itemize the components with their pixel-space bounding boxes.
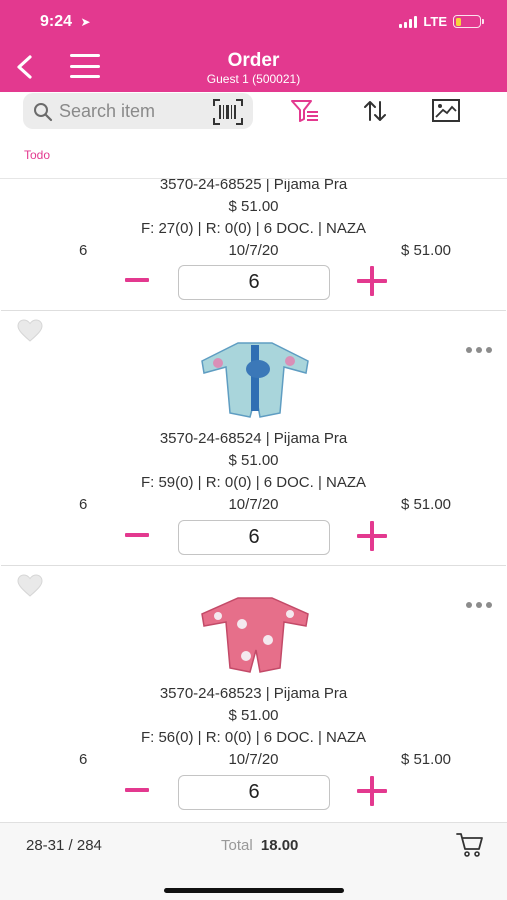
decrease-qty-button[interactable] [125, 278, 149, 282]
barcode-icon[interactable] [213, 99, 243, 125]
more-options-button[interactable] [466, 602, 492, 608]
favorite-heart-icon[interactable] [17, 574, 43, 598]
item-code: 3570-24-68525 | Pijama Pra [159, 178, 348, 193]
total-value: 18.00 [260, 837, 299, 854]
search-box [23, 93, 253, 129]
order-footer: 28-31 / 284 Total 18.00 [0, 822, 507, 900]
page-subtitle: Guest 1 (500021) [206, 72, 301, 86]
qty-input[interactable] [178, 775, 330, 810]
home-indicator[interactable] [164, 888, 344, 893]
item-stock: F: 56(0) | R: 0(0) | 6 DOC. | NAZA [140, 729, 367, 746]
status-time-text: 9:24 [40, 13, 73, 30]
increase-qty-button[interactable] [357, 521, 387, 551]
toolbar [0, 92, 507, 132]
item-total: $ 51.00 [400, 751, 451, 768]
pagination-range: 28-31 / 284 [26, 837, 102, 854]
cart-icon[interactable] [456, 832, 484, 858]
status-indicators: LTE [399, 14, 484, 29]
battery-level [455, 17, 461, 26]
order-item-list: 3570-24-68525 | Pijama Pra $ 51.00 F: 27… [0, 178, 507, 820]
decrease-qty-button[interactable] [125, 788, 149, 792]
battery-icon [453, 15, 484, 28]
sort-icon[interactable] [362, 98, 388, 124]
more-options-button[interactable] [466, 347, 492, 353]
qty-input[interactable] [178, 265, 330, 300]
filter-tag-all[interactable]: Todo [24, 148, 50, 162]
app-header: 9:24 ➤ LTE Order Guest 1 (500021) [0, 0, 507, 92]
item-price: $ 51.00 [228, 452, 279, 469]
item-price: $ 51.00 [228, 707, 279, 724]
list-item[interactable]: 3570-24-68523 | Pijama Pra $ 51.00 F: 56… [1, 566, 506, 820]
signal-icon [399, 15, 418, 28]
total-label: Total [221, 837, 253, 854]
product-image-blue-pajama [201, 342, 309, 418]
list-item[interactable]: 3570-24-68525 | Pijama Pra $ 51.00 F: 27… [1, 179, 506, 311]
order-total: Total 18.00 [221, 837, 298, 854]
increase-qty-button[interactable] [357, 776, 387, 806]
item-price: $ 51.00 [228, 198, 279, 215]
increase-qty-button[interactable] [357, 266, 387, 296]
image-icon[interactable] [432, 98, 460, 124]
item-code: 3570-24-68524 | Pijama Pra [159, 430, 348, 447]
item-stock: F: 27(0) | R: 0(0) | 6 DOC. | NAZA [140, 220, 367, 237]
item-stock: F: 59(0) | R: 0(0) | 6 DOC. | NAZA [140, 474, 367, 491]
item-total: $ 51.00 [400, 496, 451, 513]
search-input[interactable] [59, 93, 199, 129]
item-code: 3570-24-68523 | Pijama Pra [159, 685, 348, 702]
location-arrow-icon: ➤ [80, 15, 91, 29]
product-image-pink-pajama [201, 597, 309, 673]
status-time: 9:24 ➤ [40, 13, 91, 31]
item-total: $ 51.00 [400, 242, 451, 259]
decrease-qty-button[interactable] [125, 533, 149, 537]
page-title: Order [227, 50, 280, 71]
favorite-heart-icon[interactable] [17, 319, 43, 343]
qty-input[interactable] [178, 520, 330, 555]
list-item[interactable]: 3570-24-68524 | Pijama Pra $ 51.00 F: 59… [1, 311, 506, 566]
search-icon [34, 103, 53, 122]
network-label: LTE [423, 14, 447, 29]
filter-icon[interactable] [290, 98, 320, 124]
